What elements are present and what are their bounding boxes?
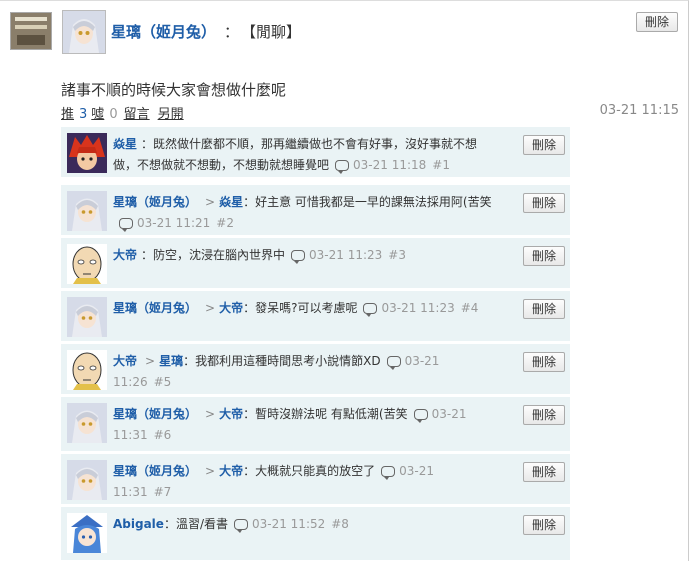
reply-avatar-xingli[interactable] (67, 460, 107, 500)
post-title: 諸事不順的時候大家會想做什麼呢 (61, 81, 287, 99)
reply-floor[interactable]: #6 (154, 428, 172, 442)
reply-item: 大帝 ：防空，沈浸在腦內世界中 03-21 11:23 #3 刪除 (61, 238, 570, 288)
reply-content: ：我都利用這種時間思考小說情節XD (183, 354, 381, 368)
reply-content: ：溫習/看書 (163, 517, 228, 531)
reply-item: 星璃（姬月兔） > 大帝：大概就只能真的放空了 03-21 11:31 #7 刪除 (61, 454, 570, 504)
small-badge-avatar (10, 12, 52, 50)
reply-author[interactable]: 星璃（姬月兔） (113, 407, 197, 421)
push-link[interactable]: 推 (61, 107, 74, 122)
reply-text: 焱星 ：既然做什麼都不順，那再繼續做也不會有好事，沒好事就不想做，不想做就不想動，… (113, 134, 495, 176)
reply-avatar-dadi[interactable] (67, 350, 107, 390)
post-delete-button[interactable]: 刪除 (636, 12, 679, 32)
reply-content: ：大概就只能真的放空了 (243, 464, 376, 478)
reply-author[interactable]: 焱星 (113, 137, 137, 151)
reply-delete-button[interactable]: 刪除 (523, 405, 566, 425)
reply-author[interactable]: 大帝 (113, 354, 137, 368)
reply-floor[interactable]: #4 (461, 301, 479, 315)
reply-author[interactable]: 星璃（姬月兔） (113, 464, 197, 478)
reply-avatar-xingli[interactable] (67, 403, 107, 443)
reply-text: Abigale：溫習/看書 03-21 11:52 #8 (113, 514, 495, 535)
comment-bubble-icon[interactable] (381, 466, 396, 480)
reply-time: 03-21 11:21 (137, 216, 211, 230)
reply-arrow: > (205, 195, 216, 209)
reply-item: 星璃（姬月兔） > 焱星：好主意 可惜我都是一早的課無法採用阿(苦笑 03-21 11… (61, 185, 570, 235)
author-separator: ： (224, 23, 240, 41)
comment-bubble-icon[interactable] (233, 519, 248, 533)
reply-thread-link[interactable]: 另開 (158, 107, 184, 122)
reply-item: 星璃（姬月兔） > 大帝：發呆嗎?可以考慮呢 03-21 11:23 #4 刪除 (61, 291, 570, 341)
reply-author[interactable]: 大帝 (113, 248, 137, 262)
reply-floor[interactable]: #7 (154, 485, 172, 499)
comment-bubble-icon[interactable] (413, 409, 428, 423)
reply-to-author[interactable]: 大帝 (219, 407, 243, 421)
reply-to-author[interactable]: 星璃 (159, 354, 183, 368)
reply-arrow: > (205, 301, 216, 315)
reply-delete-button[interactable]: 刪除 (523, 462, 566, 482)
comment-bubble-icon[interactable] (119, 218, 133, 232)
comment-bubble-icon[interactable] (291, 250, 306, 264)
comment-bubble-icon[interactable] (386, 356, 401, 370)
reply-author[interactable]: Abigale (113, 517, 164, 531)
reply-arrow: > (205, 464, 216, 478)
reply-delete-button[interactable]: 刪除 (523, 352, 566, 372)
post-time: 03-21 11:15 (599, 103, 679, 118)
post-author-link[interactable]: 星璃（姬月兔） (111, 21, 216, 42)
post-actions: 推 3 噓 0 留言 另開 (61, 103, 184, 122)
author-avatar[interactable] (62, 10, 106, 54)
reply-avatar-dadi[interactable] (67, 244, 107, 284)
reply-text: 星璃（姬月兔） > 大帝：發呆嗎?可以考慮呢 03-21 11:23 #4 (113, 298, 495, 319)
comment-bubble-icon[interactable] (363, 303, 378, 317)
comment-link[interactable]: 留言 (124, 107, 150, 122)
reply-floor[interactable]: #3 (388, 248, 406, 262)
reply-to-author[interactable]: 焱星 (219, 195, 243, 209)
reply-avatar-yanxing[interactable] (67, 133, 107, 173)
reply-floor[interactable]: #8 (331, 517, 349, 531)
reply-text: 星璃（姬月兔） > 焱星：好主意 可惜我都是一早的課無法採用阿(苦笑 03-21 11… (113, 192, 495, 234)
reply-text: 大帝 > 星璃：我都利用這種時間思考小說情節XD 03-21 11:26 #5 (113, 351, 495, 393)
reply-delete-button[interactable]: 刪除 (523, 299, 566, 319)
reply-arrow: > (205, 407, 216, 421)
reply-avatar-xingli[interactable] (67, 191, 107, 231)
reply-item: 星璃（姬月兔） > 大帝：暫時沒辦法呢 有點低潮(苦笑 03-21 11:31 #6 刪… (61, 397, 570, 451)
reply-delete-button[interactable]: 刪除 (523, 135, 566, 155)
boo-count: 0 (109, 107, 118, 122)
boo-link[interactable]: 噓 (91, 107, 104, 122)
reply-delete-button[interactable]: 刪除 (523, 246, 566, 266)
reply-content: ：發呆嗎?可以考慮呢 (243, 301, 358, 315)
reply-delete-button[interactable]: 刪除 (523, 515, 566, 535)
reply-arrow: > (145, 354, 156, 368)
reply-item: 大帝 > 星璃：我都利用這種時間思考小說情節XD 03-21 11:26 #5 刪除 (61, 344, 570, 394)
reply-time: 03-21 11:18 (353, 158, 427, 172)
reply-avatar-abigale[interactable] (67, 513, 107, 553)
reply-delete-button[interactable]: 刪除 (523, 193, 566, 213)
reply-content: ：暫時沒辦法呢 有點低潮(苦笑 (243, 407, 408, 421)
reply-time: 03-21 11:23 (309, 248, 383, 262)
reply-time: 03-21 11:23 (381, 301, 455, 315)
push-count[interactable]: 3 (79, 107, 87, 122)
reply-time: 03-21 11:52 (251, 517, 326, 531)
post-tag: 【閒聊】 (241, 23, 302, 41)
reply-floor[interactable]: #5 (154, 375, 172, 389)
reply-avatar-xingli[interactable] (67, 297, 107, 337)
reply-item: Abigale：溫習/看書 03-21 11:52 #8 刪除 (61, 507, 570, 560)
reply-floor[interactable]: #1 (432, 158, 450, 172)
reply-content: ：好主意 可惜我都是一早的課無法採用阿(苦笑 (243, 195, 492, 209)
reply-text: 大帝 ：防空，沈浸在腦內世界中 03-21 11:23 #3 (113, 245, 495, 266)
reply-content: ：防空，沈浸在腦內世界中 (141, 248, 286, 262)
comment-bubble-icon[interactable] (335, 160, 350, 174)
reply-to-author[interactable]: 大帝 (219, 301, 243, 315)
reply-text: 星璃（姬月兔） > 大帝：暫時沒辦法呢 有點低潮(苦笑 03-21 11:31 #6 (113, 404, 495, 446)
reply-item: 焱星 ：既然做什麼都不順，那再繼續做也不會有好事，沒好事就不想做，不想做就不想動，… (61, 127, 570, 177)
reply-author[interactable]: 星璃（姬月兔） (113, 195, 197, 209)
reply-floor[interactable]: #2 (216, 216, 234, 230)
reply-to-author[interactable]: 大帝 (219, 464, 243, 478)
reply-author[interactable]: 星璃（姬月兔） (113, 301, 197, 315)
reply-text: 星璃（姬月兔） > 大帝：大概就只能真的放空了 03-21 11:31 #7 (113, 461, 495, 503)
